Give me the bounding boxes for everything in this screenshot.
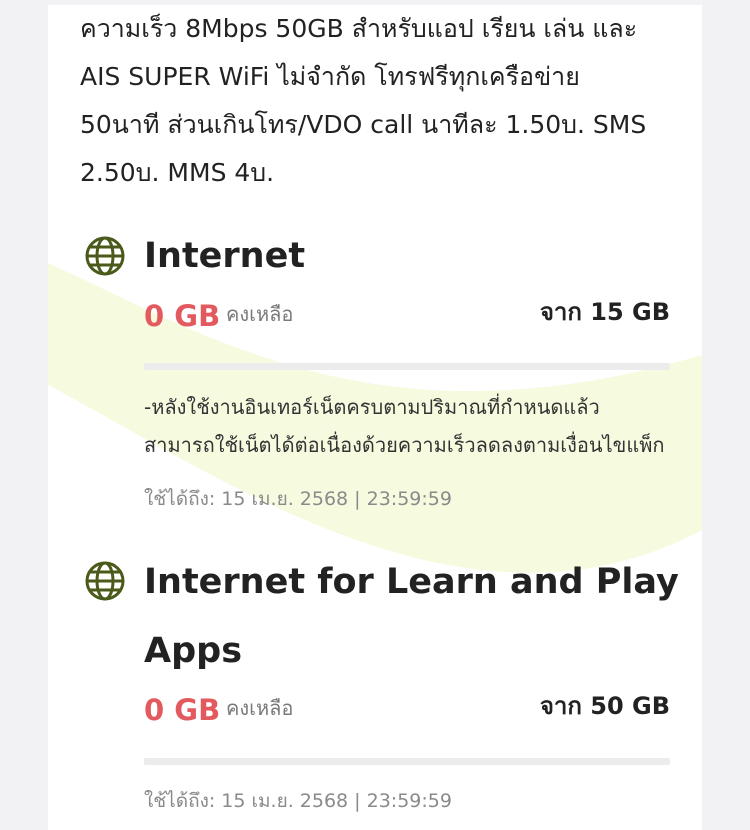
quota-row: 0 GB คงเหลือ จาก 15 GB — [144, 297, 670, 337]
expiry-date: ใช้ได้ถึง: 15 เม.ย. 2568 | 23:59:59 — [144, 790, 452, 812]
description-line: 2.50บ. MMS 4บ. — [80, 158, 275, 187]
globe-icon — [85, 236, 125, 276]
remaining-amount: 0 GB — [144, 299, 221, 333]
package-detail-card: ความเร็ว 8Mbps 50GB สำหรับแอป เรียน เล่น… — [48, 5, 702, 830]
remaining-label: คงเหลือ — [226, 696, 294, 720]
package-title: Internet for Learn and Play — [144, 562, 679, 602]
remaining-amount: 0 GB — [144, 693, 221, 727]
total-amount: จาก 15 GB — [539, 298, 670, 326]
quota-row: 0 GB คงเหลือ จาก 50 GB — [144, 691, 670, 731]
usage-progress-bar — [144, 758, 670, 765]
note-line: -หลังใช้งานอินเทอร์เน็ตครบตามปริมาณที่กำ… — [144, 395, 600, 419]
description-line: ความเร็ว 8Mbps 50GB สำหรับแอป เรียน เล่น… — [80, 14, 638, 43]
globe-icon — [85, 561, 125, 601]
expiry-date: ใช้ได้ถึง: 15 เม.ย. 2568 | 23:59:59 — [144, 488, 452, 510]
description-line: 50นาที ส่วนเกินโทร/VDO call นาทีละ 1.50บ… — [80, 110, 647, 139]
package-title: Internet — [144, 236, 306, 276]
description-line: AIS SUPER WiFi ไม่จำกัด โทรฟรีทุกเครือข่… — [80, 62, 580, 91]
remaining-label: คงเหลือ — [226, 302, 294, 326]
package-note: -หลังใช้งานอินเทอร์เน็ตครบตามปริมาณที่กำ… — [144, 388, 684, 464]
total-amount: จาก 50 GB — [539, 692, 670, 720]
package-description: ความเร็ว 8Mbps 50GB สำหรับแอป เรียน เล่น… — [80, 5, 680, 197]
usage-progress-bar — [144, 363, 670, 370]
package-title-continued: Apps — [144, 631, 243, 671]
note-line: สามารถใช้เน็ตได้ต่อเนื่องด้วยความเร็วลดล… — [144, 433, 665, 457]
